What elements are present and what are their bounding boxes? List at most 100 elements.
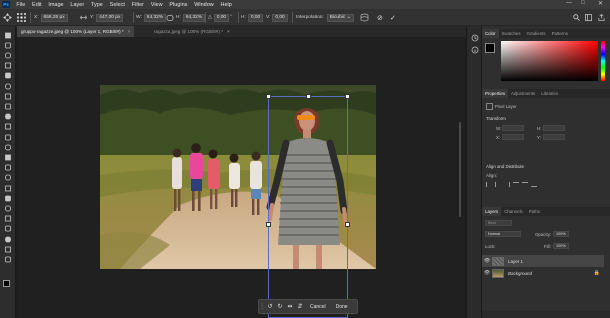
zoom-tool-icon[interactable]	[2, 245, 14, 253]
blend-mode-select[interactable]: Normal	[485, 231, 521, 237]
layer-name[interactable]: Layer 1	[508, 259, 523, 264]
foreground-color-swatch[interactable]	[485, 43, 495, 53]
fill-field[interactable]: 100%	[553, 243, 569, 249]
info-icon[interactable]	[471, 46, 479, 54]
type-tool-icon[interactable]	[2, 204, 14, 212]
align-right-icon[interactable]	[504, 182, 510, 187]
lasso-tool-icon[interactable]	[2, 62, 14, 70]
layer-name[interactable]: Background	[508, 271, 532, 276]
menu-select[interactable]: Select	[106, 2, 128, 8]
constrain-proportions-icon[interactable]	[166, 13, 174, 22]
crop-tool-icon[interactable]	[2, 82, 14, 90]
cancel-transform-icon[interactable]: ⊘	[377, 13, 383, 22]
pen-tool-icon[interactable]	[2, 194, 14, 202]
tab-patterns[interactable]: Patterns	[549, 29, 571, 38]
menu-window[interactable]: Window	[191, 2, 217, 8]
tab-swatches[interactable]: Swatches	[499, 29, 524, 38]
flip-vertical-icon[interactable]: ⇵	[295, 303, 305, 310]
width-field[interactable]: 64,32%	[143, 13, 167, 22]
close-tab-icon[interactable]: ×	[128, 29, 131, 34]
tab-ragazza[interactable]: ragazza.jpeg @ 100% (RGB/8#) * ×	[150, 26, 234, 37]
tab-layers[interactable]: Layers	[482, 207, 502, 216]
layer-row-layer-1[interactable]: 👁 Layer 1	[482, 255, 604, 267]
layer-row-background[interactable]: 👁 Background 🔒	[482, 267, 604, 279]
move-tool-icon[interactable]	[2, 31, 14, 39]
menu-plugins[interactable]: Plugins	[166, 2, 191, 8]
share-icon[interactable]	[598, 13, 605, 22]
history-icon[interactable]	[471, 34, 479, 42]
close-window-button[interactable]: ✕	[598, 0, 603, 7]
scrollbar-thumb[interactable]	[459, 122, 461, 217]
horizontal-skew-field[interactable]: 0,00	[247, 13, 264, 22]
align-bottom-icon[interactable]	[531, 182, 537, 187]
dodge-tool-icon[interactable]	[2, 184, 14, 192]
tab-properties[interactable]: Properties	[482, 89, 509, 98]
align-left-icon[interactable]	[486, 182, 492, 187]
menu-layer[interactable]: Layer	[67, 2, 88, 8]
cancel-button[interactable]: Cancel	[305, 304, 331, 310]
blur-tool-icon[interactable]	[2, 174, 14, 182]
menu-file[interactable]: File	[13, 2, 29, 8]
visibility-eye-icon[interactable]: 👁	[482, 270, 492, 276]
hand-tool-icon[interactable]	[2, 235, 14, 243]
menu-edit[interactable]: Edit	[29, 2, 45, 8]
gradient-tool-icon[interactable]	[2, 164, 14, 172]
move-tool-icon[interactable]	[3, 13, 12, 22]
tab-gradients[interactable]: Gradients	[524, 29, 549, 38]
menu-filter[interactable]: Filter	[128, 2, 147, 8]
warp-mode-icon[interactable]	[360, 13, 369, 22]
hue-slider[interactable]	[601, 41, 605, 81]
workspace-icon[interactable]	[585, 13, 592, 22]
clone-stamp-tool-icon[interactable]	[2, 133, 14, 141]
done-button[interactable]: Done	[331, 304, 353, 310]
maximize-button[interactable]: □	[581, 0, 585, 6]
height-field[interactable]: 64,32%	[182, 13, 206, 22]
prop-width-field[interactable]	[502, 125, 524, 131]
align-center-icon[interactable]	[495, 182, 501, 187]
eraser-tool-icon[interactable]	[2, 153, 14, 161]
object-selection-tool-icon[interactable]	[2, 72, 14, 80]
vertical-skew-field[interactable]: 0,00	[272, 13, 288, 22]
menu-help[interactable]: Help	[217, 2, 235, 8]
brush-tool-icon[interactable]	[2, 123, 14, 131]
path-selection-tool-icon[interactable]	[2, 215, 14, 223]
rotate-right-icon[interactable]: ↻	[275, 303, 285, 310]
visibility-eye-icon[interactable]: 👁	[482, 258, 492, 264]
eyedropper-tool-icon[interactable]	[2, 102, 14, 110]
prop-x-field[interactable]	[502, 134, 524, 140]
tab-color[interactable]: Color	[482, 29, 499, 38]
menu-view[interactable]: View	[147, 2, 166, 8]
align-top-icon[interactable]	[513, 182, 519, 187]
history-brush-tool-icon[interactable]	[2, 143, 14, 151]
frame-tool-icon[interactable]	[2, 92, 14, 100]
prop-height-field[interactable]	[543, 125, 565, 131]
link-icon[interactable]	[80, 13, 87, 22]
tab-channels[interactable]: Channels	[501, 207, 526, 216]
flip-horizontal-icon[interactable]: ⇹	[285, 303, 295, 310]
minimize-button[interactable]: —	[566, 0, 572, 6]
marquee-tool-icon[interactable]	[2, 51, 14, 59]
y-position-field[interactable]: 447,00 px	[96, 13, 124, 22]
reference-point-icon[interactable]	[17, 13, 26, 22]
tab-paths[interactable]: Paths	[526, 207, 543, 216]
vertical-scrollbar[interactable]	[458, 40, 462, 310]
search-icon[interactable]	[573, 13, 580, 22]
prop-y-field[interactable]	[543, 134, 565, 140]
opacity-field[interactable]: 100%	[553, 231, 569, 237]
more-tools-icon[interactable]	[2, 255, 14, 263]
align-middle-icon[interactable]	[522, 182, 528, 187]
rectangle-tool-icon[interactable]	[2, 225, 14, 233]
layer-filter-select[interactable]: Kind	[485, 220, 512, 226]
rotate-left-icon[interactable]: ↺	[265, 303, 275, 310]
align-distribute-label[interactable]: Align and Distribute	[486, 164, 524, 169]
menu-type[interactable]: Type	[88, 2, 107, 8]
rotation-angle-field[interactable]: 0,00	[213, 13, 230, 22]
document-image[interactable]	[100, 85, 376, 269]
tab-adjustments[interactable]: Adjustments	[508, 89, 538, 98]
tab-gruppo-ragazze[interactable]: gruppo-ragazze.jpeg @ 100% (Layer 1, RGB…	[17, 26, 135, 37]
close-tab-icon[interactable]: ×	[227, 29, 230, 34]
artboard-tool-icon[interactable]	[2, 41, 14, 49]
spot-healing-tool-icon[interactable]	[2, 113, 14, 121]
tab-libraries[interactable]: Libraries	[538, 89, 561, 98]
x-position-field[interactable]: 656,26 px	[40, 13, 68, 22]
